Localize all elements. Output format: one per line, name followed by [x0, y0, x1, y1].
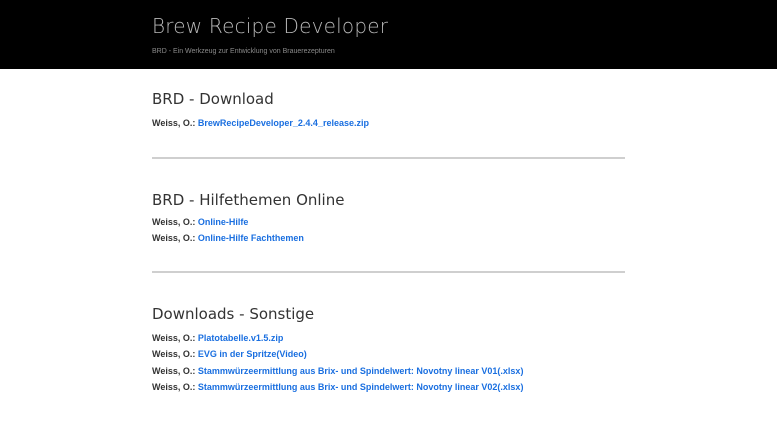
list-item: Weiss, O.: Online-Hilfe Fachthemen — [152, 232, 625, 249]
link-online-hilfe-fachthemen[interactable]: Online-Hilfe Fachthemen — [198, 233, 304, 243]
list-item: Weiss, O.: Online-Hilfe — [152, 216, 625, 233]
site-subtitle: BRD - Ein Werkzeug zur Entwicklung von B… — [152, 48, 335, 55]
download-link-brd-release[interactable]: BrewRecipeDeveloper_2.4.4_release.zip — [198, 118, 369, 128]
list-item: Weiss, O.: Stammwürzeermittlung aus Brix… — [152, 381, 625, 398]
site-header: Brew Recipe Developer BRD - Ein Werkzeug… — [0, 0, 777, 69]
section-brd-download: BRD - Download Weiss, O.: BrewRecipeDeve… — [152, 89, 625, 134]
section-title: Downloads - Sonstige — [152, 304, 315, 323]
entry-author: Weiss, O.: — [152, 233, 196, 243]
entry-list: Weiss, O.: BrewRecipeDeveloper_2.4.4_rel… — [152, 117, 625, 134]
download-link-platotabelle[interactable]: Platotabelle.v1.5.zip — [198, 333, 284, 343]
entry-author: Weiss, O.: — [152, 118, 196, 128]
download-link-novotny-v01[interactable]: Stammwürzeermittlung aus Brix- und Spind… — [198, 366, 524, 376]
entry-author: Weiss, O.: — [152, 365, 196, 376]
entry-author: Weiss, O.: — [152, 382, 196, 392]
site-title[interactable]: Brew Recipe Developer — [152, 14, 777, 38]
section-title: BRD - Download — [152, 90, 274, 108]
entry-list: Weiss, O.: Platotabelle.v1.5.zip Weiss, … — [152, 332, 625, 398]
list-item: Weiss, O.: BrewRecipeDeveloper_2.4.4_rel… — [152, 117, 625, 134]
list-item: Weiss, O.: EVG in der Spritze(Video) — [152, 348, 625, 365]
link-evg-video[interactable]: EVG in der Spritze(Video) — [198, 349, 307, 359]
section-brd-hilfethemen: BRD - Hilfethemen Online Weiss, O.: Onli… — [152, 190, 625, 249]
entry-author: Weiss, O.: — [152, 216, 196, 227]
link-online-hilfe[interactable]: Online-Hilfe — [198, 217, 249, 227]
download-link-novotny-v02[interactable]: Stammwürzeermittlung aus Brix- und Spind… — [198, 382, 524, 392]
section-downloads-sonstige: Downloads - Sonstige Weiss, O.: Platotab… — [152, 304, 625, 398]
entry-list: Weiss, O.: Online-Hilfe Weiss, O.: Onlin… — [152, 216, 625, 249]
section-divider — [152, 156, 625, 159]
section-title: BRD - Hilfethemen Online — [152, 190, 345, 209]
main-content: BRD - Download Weiss, O.: BrewRecipeDeve… — [152, 89, 625, 398]
list-item: Weiss, O.: Stammwürzeermittlung aus Brix… — [152, 365, 625, 382]
section-divider — [152, 270, 625, 273]
list-item: Weiss, O.: Platotabelle.v1.5.zip — [152, 332, 625, 349]
entry-author: Weiss, O.: — [152, 332, 196, 343]
entry-author: Weiss, O.: — [152, 349, 196, 359]
